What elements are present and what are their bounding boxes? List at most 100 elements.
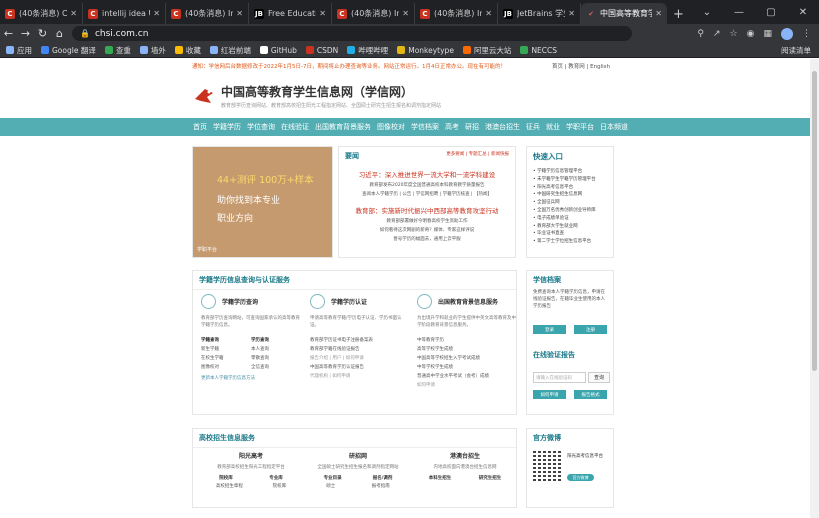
bookmark-item[interactable]: NECCS <box>520 46 557 55</box>
home-icon[interactable]: ⌂ <box>51 27 68 40</box>
nav-item[interactable]: 在线验证 <box>281 122 309 132</box>
reading-list-button[interactable]: 阅读清单 <box>781 45 811 56</box>
bookmark-item[interactable]: 查重 <box>104 45 131 56</box>
nav-item[interactable]: 研招 <box>465 122 479 132</box>
nav-item[interactable]: 学位查询 <box>247 122 275 132</box>
browser-tab[interactable]: ✔ 中国高等教育学 ✕ <box>581 3 667 24</box>
quick-entry-link[interactable]: • 阳光高考信息平台 <box>533 184 607 190</box>
nav-item[interactable]: 出国教育背景服务 <box>315 122 371 132</box>
news-item[interactable]: 善号学历的幅面去，通用上云平服 <box>345 236 509 242</box>
news-item[interactable]: 教育部发布2020年度全国普通高校本科教育教学质量报告 <box>345 182 509 188</box>
quick-entry-link[interactable]: • 毕业证书直查 <box>533 230 607 236</box>
close-tab-icon[interactable]: ✕ <box>236 9 243 18</box>
nav-item[interactable]: 首页 <box>193 122 207 132</box>
admissions-title[interactable]: 阳光高考 <box>201 451 301 460</box>
news-more-links[interactable]: 更多要闻 | 专题汇总 | 新闻快报 <box>446 151 509 157</box>
notice-text[interactable]: 通知：学信网后台数据修改于2022年1月5日-7日，期间将止办理查询等业务。网站… <box>192 62 506 70</box>
zoom-icon[interactable]: ⚲ <box>697 29 704 39</box>
quick-entry-link[interactable]: • 中国研究生招生信息网 <box>533 191 607 197</box>
quick-entry-link[interactable]: • 全国万名优秀创新创业导师库 <box>533 207 607 213</box>
admissions-link[interactable]: 报名/调剂 <box>373 475 393 481</box>
close-tab-icon[interactable]: ✕ <box>485 9 492 18</box>
col-title[interactable]: 出国教育背景信息服务 <box>438 297 498 306</box>
admissions-title[interactable]: 港澳台招生 <box>415 451 515 460</box>
new-tab-button[interactable]: + <box>673 7 684 22</box>
admissions-link[interactable]: 院校库 <box>219 475 233 481</box>
nav-item[interactable]: 就业 <box>546 122 560 132</box>
query-link[interactable]: 图像校对 <box>201 364 251 370</box>
close-tab-icon[interactable]: ✕ <box>153 9 160 18</box>
close-window-icon[interactable]: ✕ <box>787 7 819 18</box>
address-bar[interactable]: 🔒 chsi.com.cn <box>72 26 632 41</box>
bookmark-item[interactable]: CSDN <box>305 46 338 55</box>
admissions-sublink[interactable]: 报考指南 <box>372 483 390 489</box>
query-link[interactable]: 中等教育学历 <box>417 337 517 343</box>
browser-tab[interactable]: C (40条消息) Int ✕ <box>332 3 415 24</box>
news-item[interactable]: 查阅本人学籍学历 | 公告 | 学信网招聘 | 学籍学历核查 | 【热闻】 <box>345 191 509 197</box>
admissions-sublink[interactable]: 高校招生章程 <box>216 483 243 489</box>
nav-item[interactable]: 港澳台招生 <box>485 122 520 132</box>
close-tab-icon[interactable]: ✕ <box>568 9 575 18</box>
browser-tab[interactable]: C (40条消息) CS ✕ <box>0 3 83 24</box>
bookmark-item[interactable]: GitHub <box>259 46 297 55</box>
admissions-link[interactable]: 本科生招生 <box>429 475 452 481</box>
query-link[interactable]: 高等学校学生成绩 <box>417 346 517 352</box>
top-links[interactable]: 首页 | 教育网 | English <box>552 62 610 70</box>
close-tab-icon[interactable]: ✕ <box>319 9 326 18</box>
admissions-sublink[interactable]: 院校库 <box>273 483 287 489</box>
quick-entry-link[interactable]: • 未学籍学生学籍学历管理平台 <box>533 176 607 182</box>
apply-button[interactable]: 如何申请 <box>533 390 566 399</box>
query-link[interactable]: 中国高等教育学历认证报告 <box>310 364 410 370</box>
bookmark-item[interactable]: Google 翻译 <box>41 45 96 56</box>
minimize-icon[interactable]: — <box>723 7 755 18</box>
query-link[interactable]: 中国高等学校招生入学考试成绩 <box>417 355 517 361</box>
nav-item[interactable]: 征兵 <box>526 122 540 132</box>
query-link[interactable]: 教育部学籍在线验证报告 <box>310 346 410 352</box>
site-logo[interactable]: 中国高等教育学生信息网（学信网） 教育部学历查询网站、教育部高校招生阳光工程指定… <box>0 73 810 118</box>
browser-tab[interactable]: C (40条消息) Int ✕ <box>166 3 249 24</box>
news-headline-1[interactable]: 习近平：深入推进世界一流大学和一流学科建设 <box>345 169 509 179</box>
browser-tab[interactable]: C (40条消息) Int ✕ <box>415 3 498 24</box>
quick-entry-link[interactable]: • 教育部大学生就业网 <box>533 223 607 229</box>
quick-entry-link[interactable]: • 电子成绩单验证 <box>533 215 607 221</box>
browser-tab[interactable]: JB Free Educatio✕ <box>249 3 332 24</box>
page-scrollbar[interactable] <box>810 59 819 518</box>
reload-icon[interactable]: ↻ <box>34 27 51 40</box>
login-button[interactable]: 登录 <box>533 325 566 334</box>
nav-item[interactable]: 图像校对 <box>377 122 405 132</box>
quick-entry-link[interactable]: • 学籍学历信息管理平台 <box>533 168 607 174</box>
query-link[interactable]: 零散查询 <box>251 355 301 361</box>
admissions-sublink[interactable]: 硕士 <box>326 483 335 489</box>
quick-entry-link[interactable]: • 全国征兵网 <box>533 199 607 205</box>
query-link[interactable]: 学历查询 <box>251 337 301 343</box>
nav-item[interactable]: 学籍学历 <box>213 122 241 132</box>
nav-item[interactable]: 高考 <box>445 122 459 132</box>
query-link[interactable]: 普通高中学业水平考试（会考）成绩 <box>417 373 517 379</box>
share-icon[interactable]: ↗ <box>713 29 721 39</box>
close-tab-icon[interactable]: ✕ <box>402 9 409 18</box>
query-link[interactable]: 全信查询 <box>251 364 301 370</box>
forward-icon[interactable]: → <box>17 27 34 40</box>
quick-entry-link[interactable]: • 第二学士学位招生信息平台 <box>533 238 607 244</box>
back-icon[interactable]: ← <box>0 27 17 40</box>
bookmark-item[interactable]: 应用 <box>6 45 32 56</box>
menu-icon[interactable]: ⋮ <box>802 29 811 39</box>
query-link[interactable]: 代理机构 | 如何申请 <box>310 373 410 379</box>
weibo-follow-button[interactable]: 官方微博 <box>567 474 594 481</box>
news-item[interactable]: 如何看待这次网剧的新奇？媒体、专家这样评说 <box>345 227 509 233</box>
browser-tab[interactable]: Cintellij idea U ✕ <box>83 3 166 24</box>
admissions-link[interactable]: 研究生招生 <box>479 475 502 481</box>
admissions-title[interactable]: 研招网 <box>308 451 408 460</box>
query-link[interactable]: 中等学校学生成绩 <box>417 364 517 370</box>
hero-banner[interactable]: 44+测评 100万+样本 助你找到本专业 职业方向 学职平台 <box>192 146 333 258</box>
register-button[interactable]: 注册 <box>574 325 607 334</box>
nav-item[interactable]: 学信档案 <box>411 122 439 132</box>
query-link[interactable]: 如何申请 <box>417 382 517 388</box>
nav-item[interactable]: 学职平台 <box>566 122 594 132</box>
admissions-link[interactable]: 专业目录 <box>324 475 342 481</box>
close-tab-icon[interactable]: ✕ <box>655 9 662 18</box>
query-link[interactable]: 学籍查询 <box>201 337 251 343</box>
chevron-down-icon[interactable]: ⌄ <box>691 7 723 18</box>
col-link[interactable]: 更新本人学籍学历信息方法 <box>201 375 301 381</box>
col-title[interactable]: 学籍学历认证 <box>331 297 367 306</box>
